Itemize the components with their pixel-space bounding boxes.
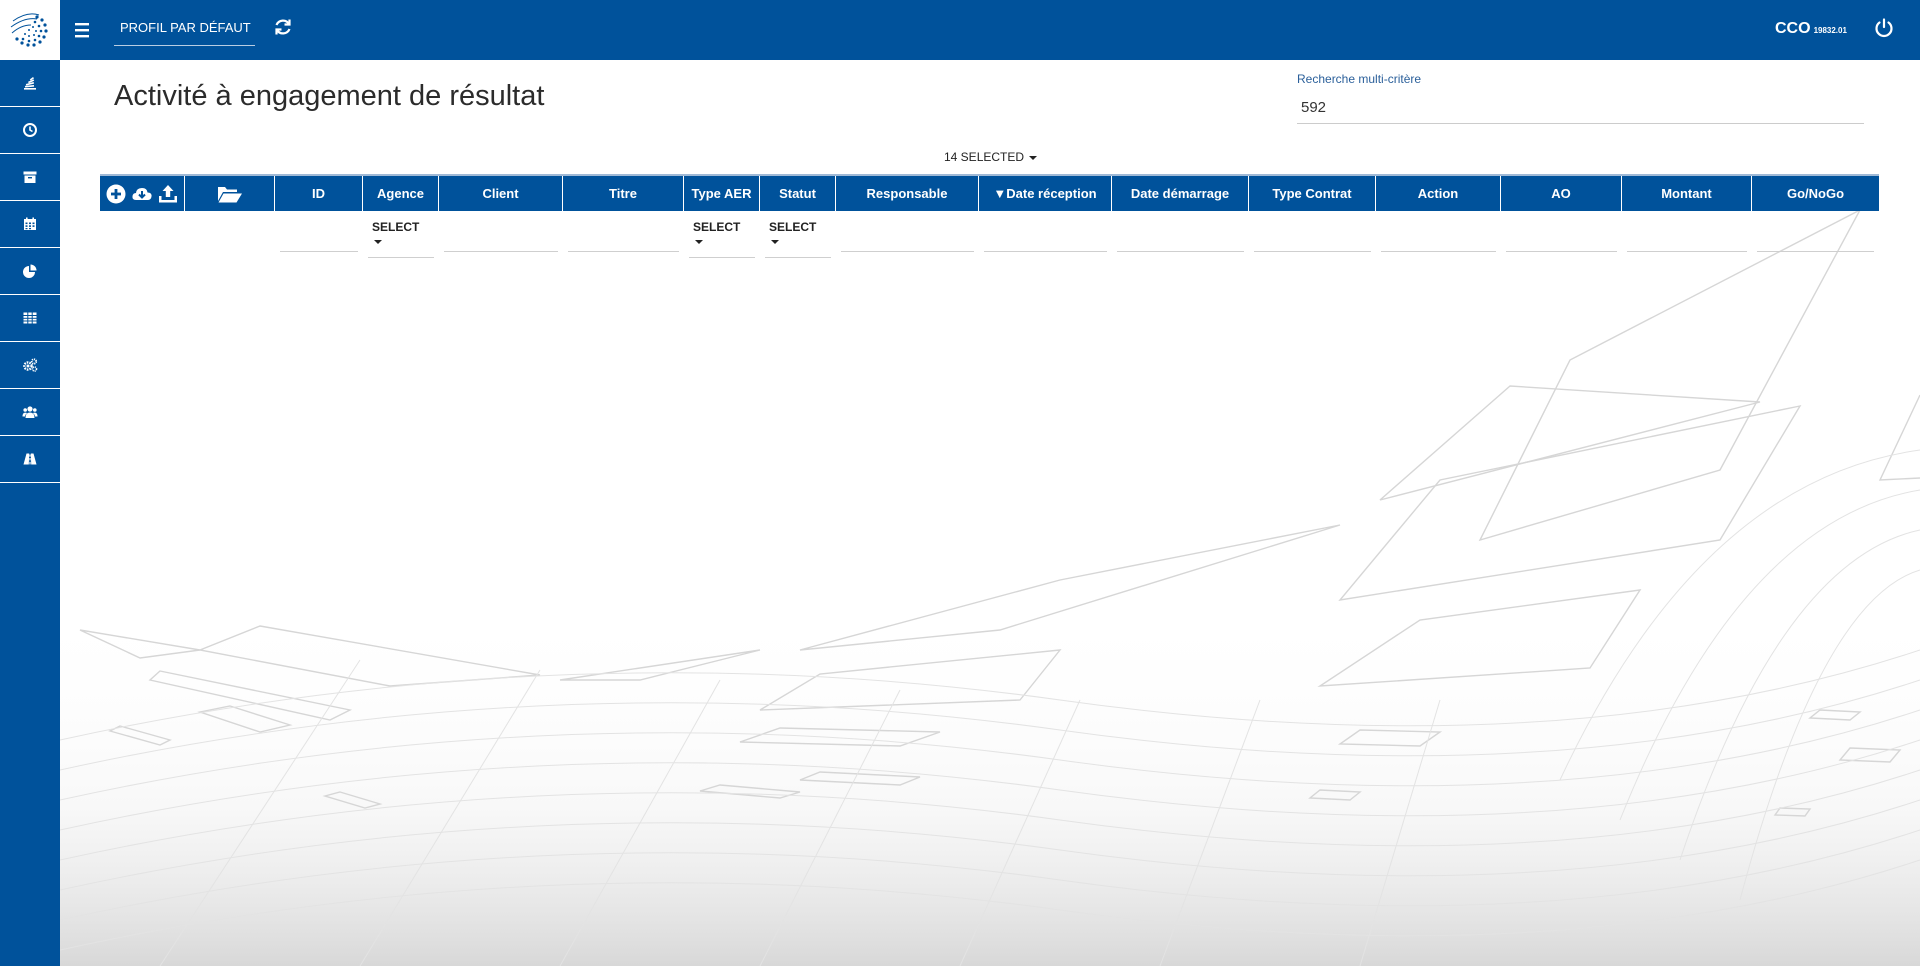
sidebar-item-users[interactable] [0, 389, 60, 436]
columns-selector-label: 14 SELECTED [944, 150, 1025, 164]
add-icon[interactable] [105, 183, 127, 205]
filter-go-nogo[interactable] [1752, 215, 1879, 253]
column-header-type-aer[interactable]: Type AER [684, 176, 760, 211]
column-header-date-reception[interactable]: ▼Date réception [979, 176, 1112, 211]
cloud-download-icon[interactable] [131, 183, 153, 205]
logo-icon [10, 13, 48, 47]
filter-montant[interactable] [1622, 215, 1752, 253]
sidebar-item-stack[interactable] [0, 60, 60, 107]
filter-ao[interactable] [1501, 215, 1622, 253]
filter-agence-select[interactable]: SELECT [368, 210, 434, 258]
folder-open-button[interactable] [185, 176, 275, 211]
filter-titre[interactable] [563, 215, 684, 253]
sidebar-item-archive[interactable] [0, 154, 60, 201]
select-label: SELECT [769, 220, 817, 234]
pie-chart-icon [23, 264, 37, 278]
filter-date-demarrage[interactable] [1112, 215, 1249, 253]
filter-statut-select[interactable]: SELECT [765, 210, 831, 258]
column-header-responsable[interactable]: Responsable [836, 176, 979, 211]
table-icon [23, 312, 37, 324]
sidebar-item-settings[interactable] [0, 342, 60, 389]
clock-icon [23, 123, 37, 137]
search-label: Recherche multi-critère [1297, 72, 1422, 86]
column-header-client[interactable]: Client [439, 176, 563, 211]
filter-spacer [100, 215, 185, 253]
grid-action-icons [100, 176, 185, 211]
gears-icon [23, 358, 38, 372]
filter-type-aer-select[interactable]: SELECT [689, 210, 755, 258]
profile-label: PROFIL PAR DÉFAUT [120, 20, 251, 35]
column-header-statut[interactable]: Statut [760, 176, 836, 211]
sidebar-item-reports[interactable] [0, 248, 60, 295]
sidebar-item-clock[interactable] [0, 107, 60, 154]
filter-type-contrat[interactable] [1249, 215, 1376, 253]
filter-client[interactable] [439, 215, 563, 253]
calendar-icon [24, 217, 36, 230]
column-header-go-nogo[interactable]: Go/NoGo [1752, 176, 1879, 211]
user-name: CCO [1775, 20, 1811, 37]
page-title: Activité à engagement de résultat [114, 80, 545, 112]
column-header-date-demarrage[interactable]: Date démarrage [1112, 176, 1249, 211]
sidebar-item-table[interactable] [0, 295, 60, 342]
filter-responsable[interactable] [836, 215, 979, 253]
filter-date-reception[interactable] [979, 215, 1112, 253]
filter-row: SELECT SELECT SELECT [100, 215, 1879, 258]
chevron-down-icon [1029, 155, 1038, 160]
search-input[interactable] [1297, 92, 1864, 124]
top-bar: PROFIL PAR DÉFAUT CCO 19832.01 [0, 0, 1920, 67]
stack-icon [24, 77, 36, 90]
user-code: 19832.01 [1813, 26, 1847, 35]
chevron-down-icon [122, 62, 130, 67]
column-header-montant[interactable]: Montant [1622, 176, 1752, 211]
menu-toggle-icon[interactable] [72, 18, 94, 42]
column-header-ao[interactable]: AO [1501, 176, 1622, 211]
app-logo[interactable] [0, 0, 60, 60]
columns-selector-dropdown[interactable]: 14 SELECTED [944, 150, 1038, 164]
filter-statut[interactable]: SELECT [760, 215, 836, 258]
column-header-agence[interactable]: Agence [363, 176, 439, 211]
select-label: SELECT [693, 220, 741, 234]
users-icon [22, 406, 38, 418]
column-header-type-contrat[interactable]: Type Contrat [1249, 176, 1376, 211]
column-header-titre[interactable]: Titre [563, 176, 684, 211]
filter-spacer [185, 215, 275, 253]
filter-action[interactable] [1376, 215, 1501, 253]
power-icon[interactable] [1873, 17, 1895, 39]
filter-id[interactable] [275, 215, 363, 253]
sidebar [0, 60, 60, 966]
chevron-down-icon [374, 239, 382, 244]
folder-open-icon [217, 186, 242, 202]
filter-type-aer[interactable]: SELECT [684, 215, 760, 258]
column-header-id[interactable]: ID [275, 176, 363, 211]
column-header-action[interactable]: Action [1376, 176, 1501, 211]
chevron-down-icon [695, 239, 703, 244]
archive-icon [23, 171, 37, 183]
road-icon [23, 453, 37, 465]
profile-dropdown[interactable]: PROFIL PAR DÉFAUT [114, 10, 255, 67]
sidebar-item-calendar[interactable] [0, 201, 60, 248]
upload-icon[interactable] [157, 183, 179, 205]
chevron-down-icon [771, 239, 779, 244]
refresh-icon[interactable] [272, 16, 294, 38]
user-info: CCO 19832.01 [1775, 20, 1847, 38]
select-label: SELECT [372, 220, 420, 234]
background-decoration [60, 208, 1920, 966]
grid-header: ID Agence Client Titre Type AER Statut R… [100, 174, 1879, 211]
filter-agence[interactable]: SELECT [363, 215, 439, 258]
sidebar-item-road[interactable] [0, 436, 60, 483]
